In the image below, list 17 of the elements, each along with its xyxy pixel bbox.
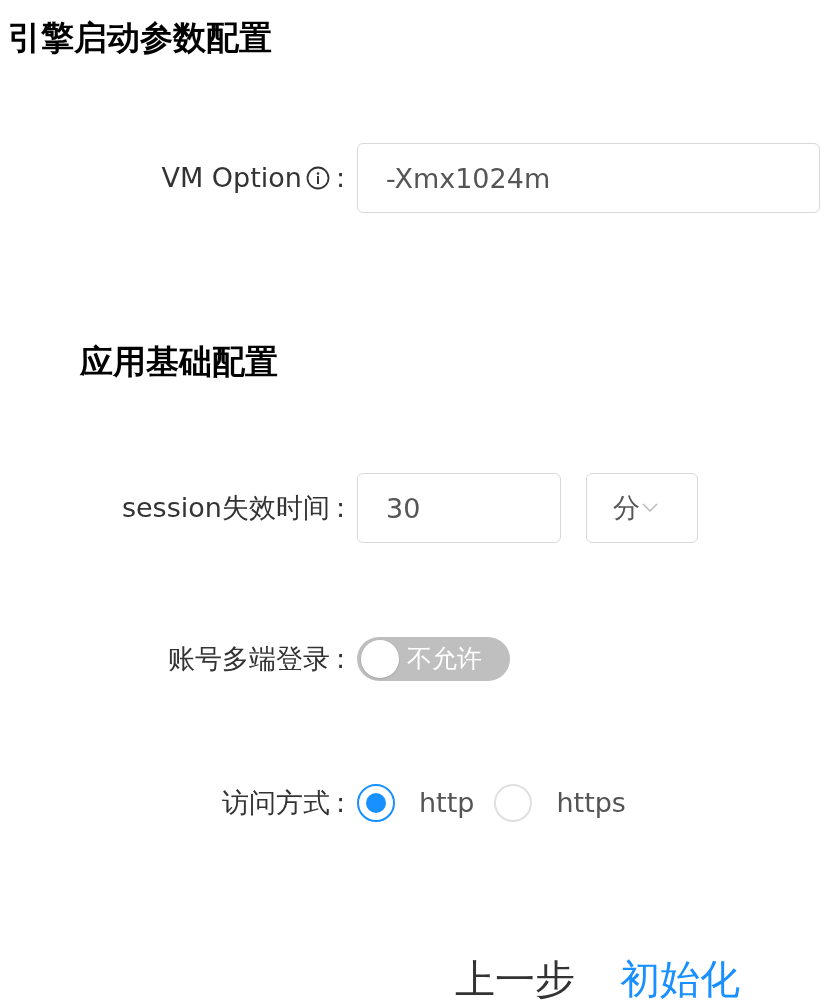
- colon: :: [335, 641, 345, 676]
- caret-icon: [642, 503, 658, 513]
- field-label: 账号多端登录: [167, 641, 330, 676]
- field-label: VM Option: [161, 160, 302, 195]
- session-timeout-field[interactable]: 30: [357, 473, 561, 543]
- colon: :: [335, 490, 345, 525]
- colon: :: [335, 786, 345, 820]
- colon: :: [335, 160, 345, 195]
- radio-option[interactable]: http: [357, 783, 475, 824]
- section-title: 应用基础配置: [79, 341, 279, 383]
- vm-option-field[interactable]: -Xmx1024m: [357, 143, 820, 213]
- radio-option[interactable]: https: [494, 783, 626, 824]
- unit-select[interactable]: 分: [586, 473, 698, 543]
- back-button[interactable]: 上一步: [455, 954, 575, 1003]
- field-label: session失效时间: [121, 490, 330, 525]
- field-label: 访问方式: [221, 786, 330, 820]
- section-title: 引擎启动参数配置: [7, 17, 273, 59]
